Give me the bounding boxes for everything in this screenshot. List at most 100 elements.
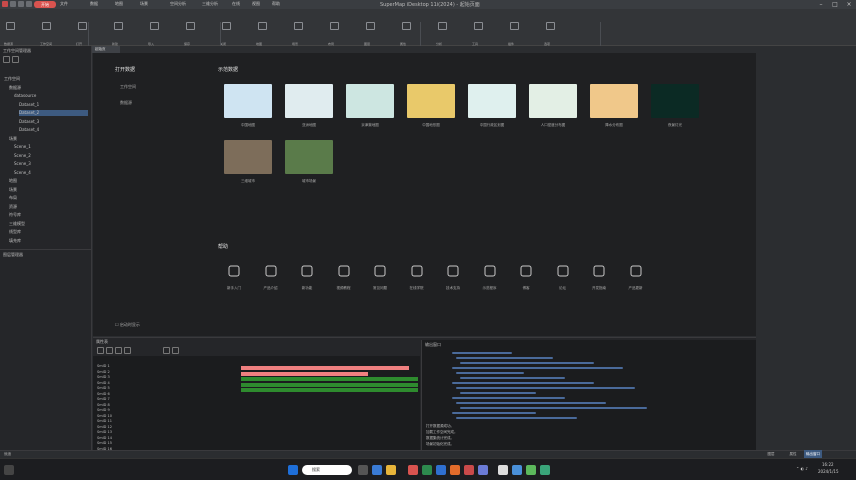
edge-icon[interactable] [372, 465, 382, 475]
app-icon[interactable] [450, 465, 460, 475]
ribbon-button[interactable] [438, 22, 448, 32]
ribbon-button[interactable] [294, 22, 304, 32]
app-icon[interactable] [422, 465, 432, 475]
refresh-icon[interactable] [115, 347, 122, 354]
app-icon[interactable] [540, 465, 550, 475]
ribbon-button[interactable] [186, 22, 196, 32]
tab-properties[interactable]: 属性 [784, 450, 802, 458]
recent-item[interactable]: 工作空间 [120, 84, 136, 90]
ribbon-button[interactable] [150, 22, 160, 32]
table-row[interactable]: SmID 8 [97, 403, 110, 407]
table-row[interactable]: SmID 7 [97, 397, 110, 401]
tree-item[interactable]: Dataset_4 [19, 127, 88, 133]
book-icon[interactable] [265, 265, 277, 277]
ribbon-button[interactable] [402, 22, 412, 32]
tab-output[interactable]: 输出窗口 [804, 450, 822, 458]
message-icon[interactable] [557, 265, 569, 277]
tree-item[interactable]: 资源 [9, 204, 88, 210]
minimize-icon[interactable]: – [814, 0, 828, 9]
ribbon-button[interactable] [258, 22, 268, 32]
sample-thumbnail[interactable] [407, 84, 455, 118]
update-icon[interactable] [630, 265, 642, 277]
ribbon-button[interactable] [114, 22, 124, 32]
monitor-icon[interactable] [447, 265, 459, 277]
tree-item[interactable]: 填充库 [9, 238, 88, 244]
menu-item[interactable]: 数据 [90, 1, 98, 7]
folder-icon[interactable] [386, 465, 396, 475]
calendar-icon[interactable] [593, 265, 605, 277]
tree-item[interactable]: datasource [14, 93, 88, 99]
taskbar-search-input[interactable]: 搜索 [302, 465, 352, 475]
graduation-icon[interactable] [411, 265, 423, 277]
chat-icon[interactable] [484, 265, 496, 277]
tree-item[interactable]: Scene_2 [14, 153, 88, 159]
menu-item[interactable]: 三维分析 [202, 1, 218, 7]
tree-item[interactable]: 场景 [9, 136, 88, 142]
start-button-icon[interactable] [288, 465, 298, 475]
ribbon-button[interactable] [366, 22, 376, 32]
table-row[interactable]: SmID 10 [97, 414, 112, 418]
widgets-icon[interactable] [4, 465, 14, 475]
table-row[interactable]: SmID 13 [97, 430, 112, 434]
tree-item[interactable]: 线型库 [9, 229, 88, 235]
app-icon[interactable] [436, 465, 446, 475]
save-workspace-icon[interactable] [12, 56, 19, 63]
zoom-in-icon[interactable] [163, 347, 170, 354]
redo-icon[interactable] [26, 1, 32, 7]
menu-item[interactable]: 空间分析 [170, 1, 186, 7]
tree-item[interactable]: 场景 [9, 187, 88, 193]
app-icon[interactable] [526, 465, 536, 475]
sort-icon[interactable] [106, 347, 113, 354]
ribbon-button[interactable] [510, 22, 520, 32]
export-icon[interactable] [124, 347, 131, 354]
undo-icon[interactable] [18, 1, 24, 7]
close-icon[interactable]: × [842, 0, 856, 9]
maximize-icon[interactable]: □ [828, 0, 842, 9]
tree-item[interactable]: 数据源 [9, 85, 88, 91]
table-row[interactable]: SmID 15 [97, 441, 112, 445]
table-row[interactable]: SmID 14 [97, 436, 112, 440]
sample-thumbnail[interactable] [590, 84, 638, 118]
menu-item-active[interactable]: 开始 [34, 1, 56, 8]
menu-item[interactable]: 帮助 [272, 1, 280, 7]
sample-thumbnail[interactable] [468, 84, 516, 118]
ribbon-button[interactable] [474, 22, 484, 32]
menu-item[interactable]: 视图 [252, 1, 260, 7]
question-icon[interactable] [374, 265, 386, 277]
recent-item[interactable]: 数据源 [120, 100, 132, 106]
menu-item[interactable]: 地图 [115, 1, 123, 7]
table-row[interactable]: SmID 3 [97, 375, 110, 379]
tree-item[interactable]: 布局 [9, 195, 88, 201]
clock-date[interactable]: 2024/1/15 [818, 469, 839, 474]
tree-item[interactable]: 三维模型 [9, 221, 88, 227]
sample-thumbnail[interactable] [224, 140, 272, 174]
table-row[interactable]: SmID 5 [97, 386, 110, 390]
sample-thumbnail[interactable] [285, 140, 333, 174]
ribbon-button[interactable] [42, 22, 52, 32]
attribute-table[interactable]: SmID 1 SmID 2 SmID 3 SmID 4 SmID 5 SmID 6 SmID… [93, 356, 420, 451]
supermap-taskbar-icon[interactable] [464, 465, 474, 475]
tab-start-page[interactable]: 起始页 [92, 46, 120, 53]
table-row[interactable]: SmID 11 [97, 419, 112, 423]
table-row[interactable]: SmID 6 [97, 392, 110, 396]
app-icon[interactable] [408, 465, 418, 475]
sample-thumbnail[interactable] [224, 84, 272, 118]
tray-icons[interactable]: ⌃ ◐ ♪ [796, 466, 808, 471]
table-row[interactable]: SmID 4 [97, 381, 110, 385]
open-workspace-icon[interactable] [3, 56, 10, 63]
tab-layers[interactable]: 图层 [760, 450, 782, 458]
app-icon[interactable] [498, 465, 508, 475]
wand-icon[interactable] [228, 265, 240, 277]
sample-thumbnail[interactable] [285, 84, 333, 118]
table-row[interactable]: SmID 2 [97, 370, 110, 374]
app-icon[interactable] [478, 465, 488, 475]
tree-item[interactable]: 符号库 [9, 212, 88, 218]
sample-thumbnail[interactable] [529, 84, 577, 118]
clock-time[interactable]: 16:22 [822, 462, 834, 467]
ribbon-button[interactable] [330, 22, 340, 32]
ribbon-button[interactable] [78, 22, 88, 32]
sample-thumbnail[interactable] [651, 84, 699, 118]
tree-item[interactable]: Scene_1 [14, 144, 88, 150]
menu-item[interactable]: 在线 [232, 1, 240, 7]
tree-item[interactable]: 工作空间 [4, 76, 88, 82]
